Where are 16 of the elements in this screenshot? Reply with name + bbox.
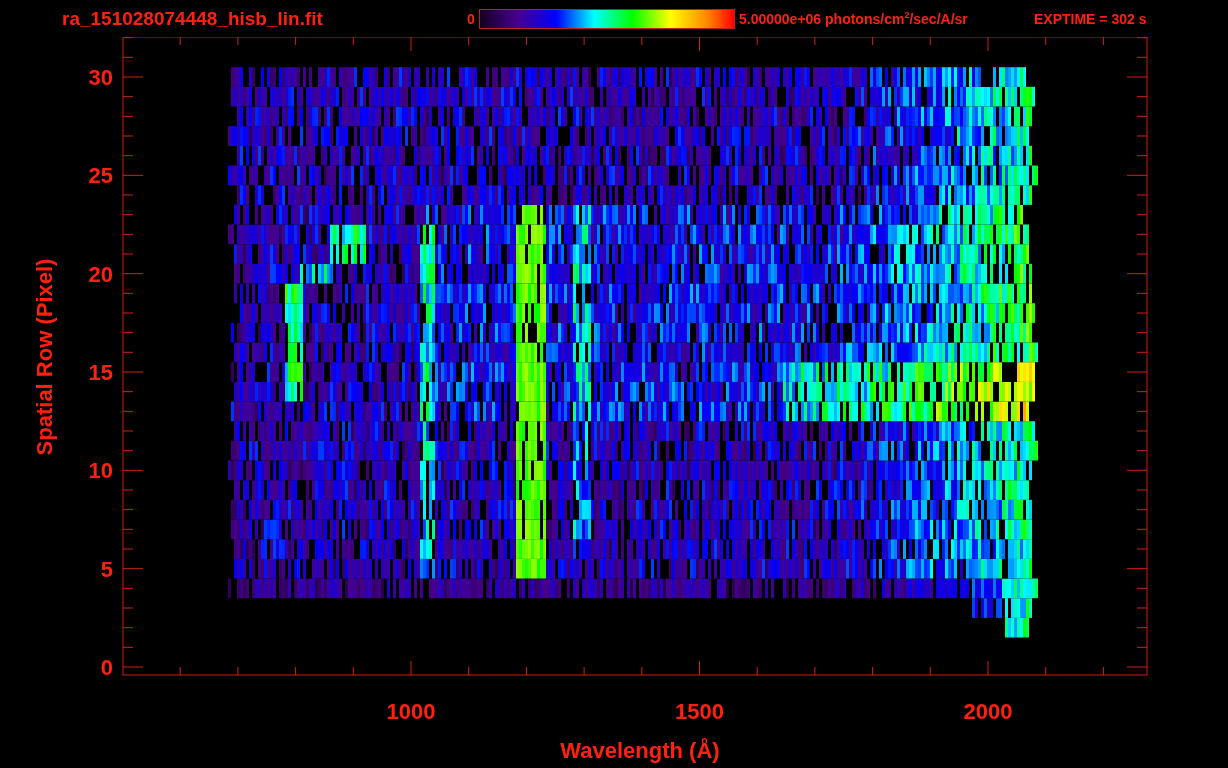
y-tick-label: 30 (88, 65, 113, 90)
y-tick-label: 10 (88, 458, 113, 484)
x-tick-label: 1000 (386, 699, 436, 724)
exposure-time: EXPTIME = 302 s (1034, 10, 1147, 27)
y-tick-label: 25 (88, 163, 113, 189)
y-tick-label: 0 (100, 655, 113, 680)
colorbar-max-label: 5.00000e+06 photons/cm$^{2}$/sec/A/sr (739, 10, 969, 27)
y-tick-label: 20 (88, 261, 113, 287)
x-tick-label: 1500 (675, 699, 724, 724)
x-axis-label: Wavelength (Å) (560, 738, 720, 763)
y-tick-label: 15 (88, 360, 113, 385)
file-title: ra_151028074448_hisb_lin.fit (62, 7, 324, 30)
y-axis-label: Spatial Row (Pixel) (32, 258, 57, 456)
y-tick-label: 5 (100, 556, 113, 582)
x-tick-label: 2000 (963, 699, 1013, 724)
colorbar-min-label: 0 (467, 10, 476, 27)
